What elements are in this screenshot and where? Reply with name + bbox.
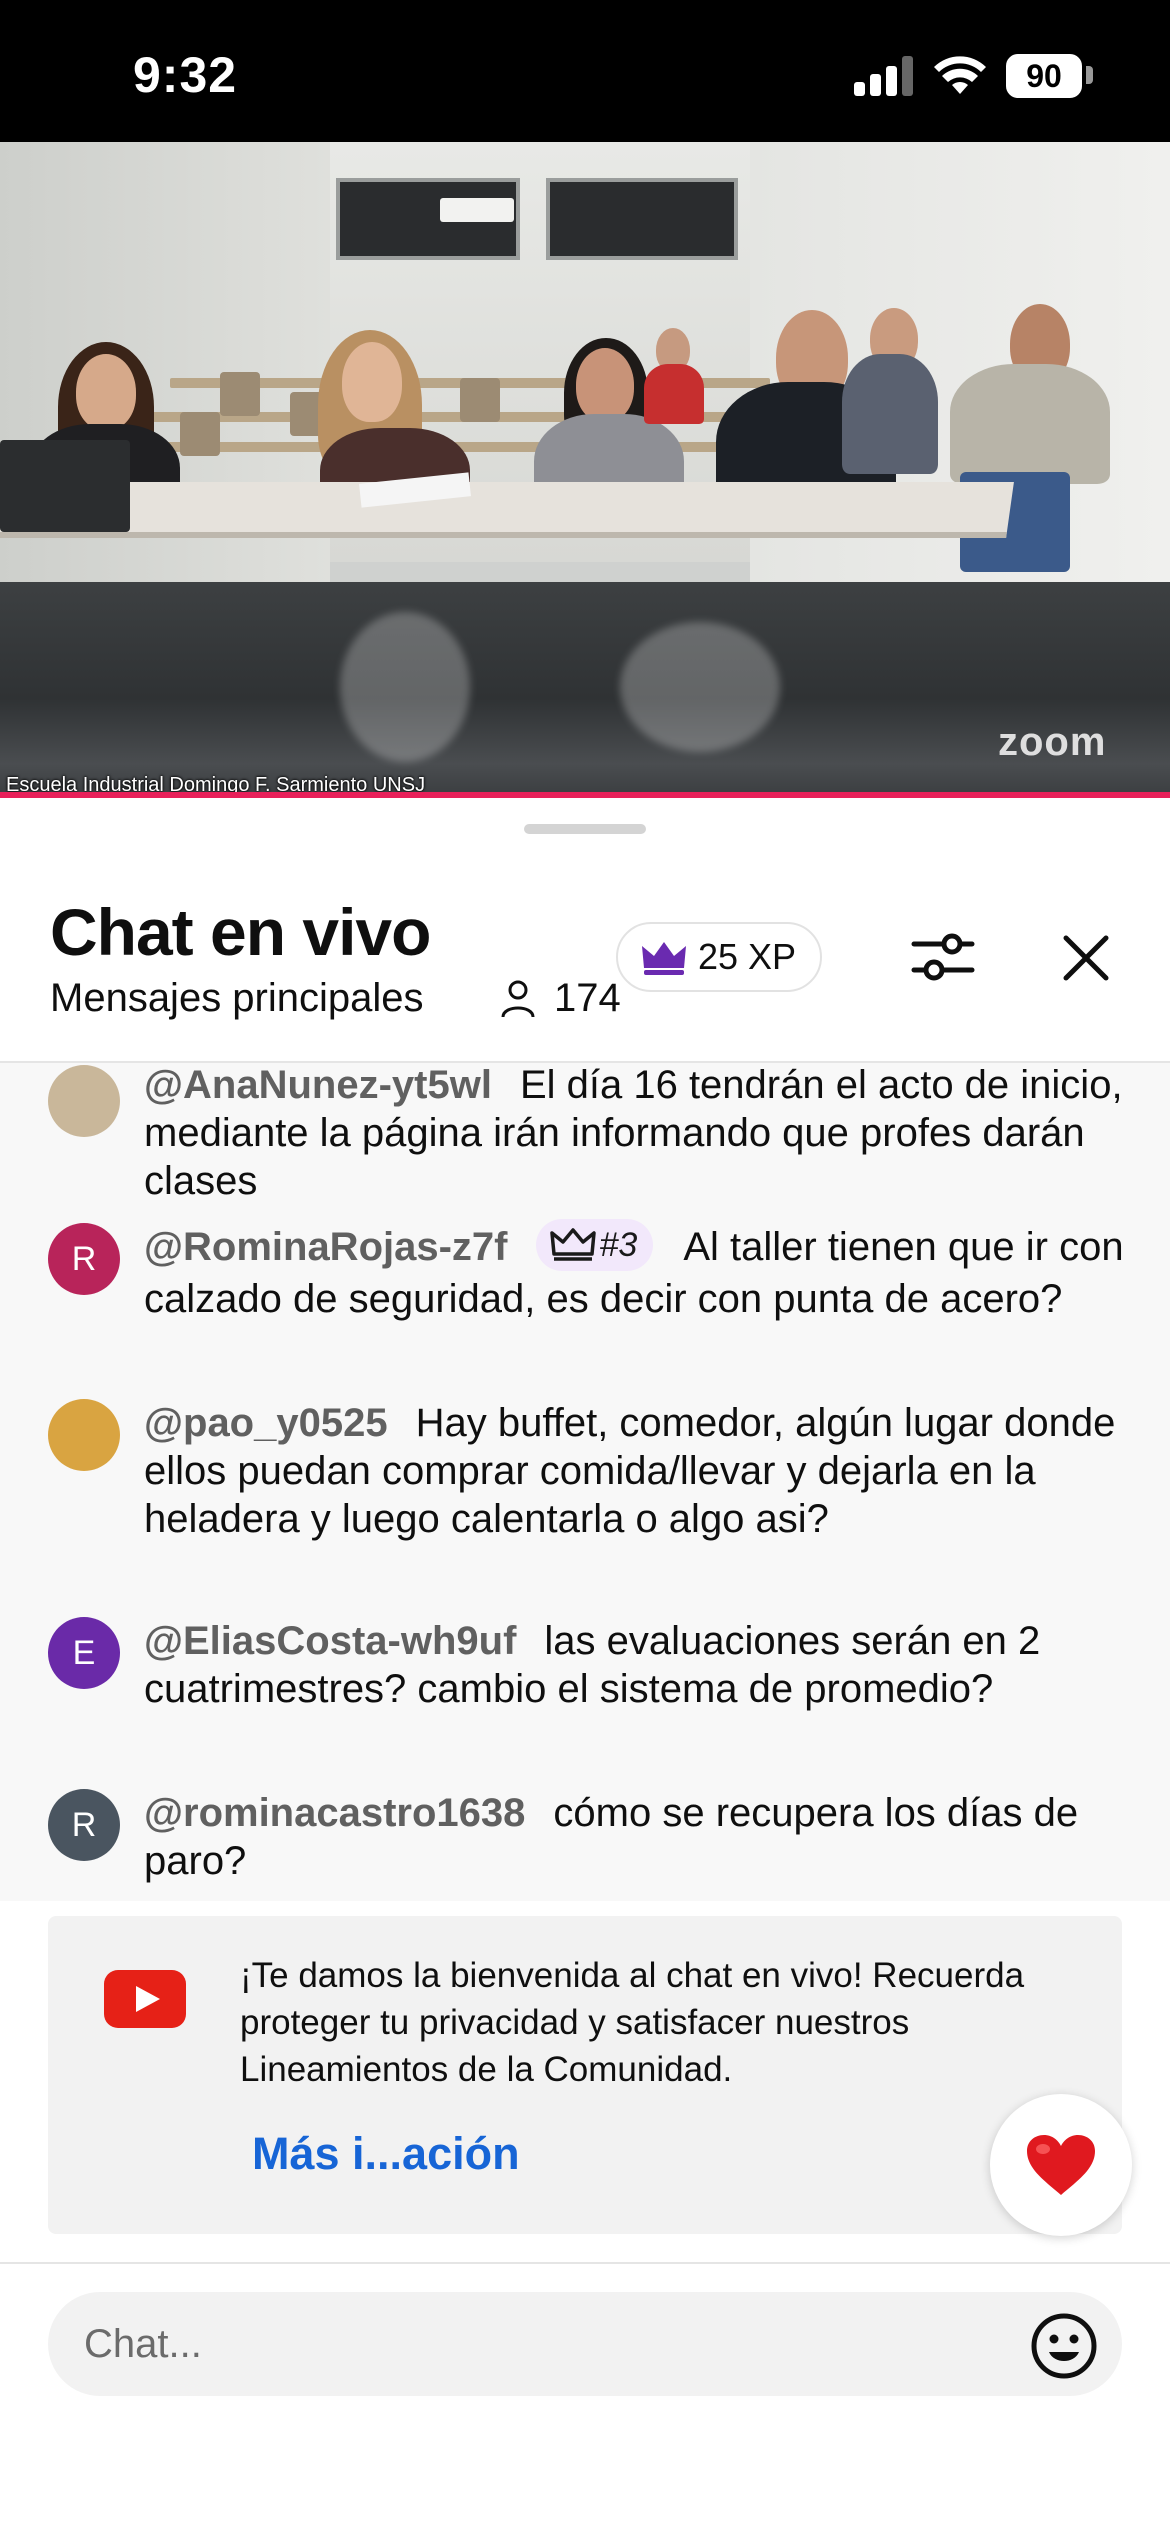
avatar[interactable]: E	[48, 1617, 120, 1689]
chat-title: Chat en vivo	[50, 895, 431, 969]
battery-indicator: 90	[1006, 54, 1082, 98]
laptop	[0, 440, 130, 532]
heart-icon	[1027, 2135, 1095, 2195]
welcome-card: ¡Te damos la bienvenida al chat en vivo!…	[48, 1916, 1122, 2234]
chat-input[interactable]	[48, 2292, 1122, 2396]
more-info-link[interactable]: Más i...ación	[252, 2128, 520, 2180]
wifi-icon	[934, 56, 986, 94]
avatar[interactable]	[48, 1065, 120, 1137]
message-author[interactable]: @AnaNunez-yt5wl	[144, 1063, 492, 1107]
chat-message-body: @RominaRojas-z7f #3 Al taller tienen que i…	[144, 1219, 1134, 1323]
divider	[0, 2262, 1170, 2264]
video-player[interactable]: zoom Escuela Industrial Domingo F. Sarmi…	[0, 142, 1170, 798]
chat-mode-selector[interactable]: Mensajes principales	[50, 976, 424, 1021]
welcome-message: ¡Te damos la bienvenida al chat en vivo!…	[240, 1956, 1025, 2089]
chat-message-body: @EliasCosta-wh9uf las evaluaciones serán …	[144, 1617, 1134, 1713]
zoom-watermark: zoom	[998, 720, 1107, 764]
sheet-grabber[interactable]	[524, 824, 646, 834]
youtube-icon	[104, 1970, 186, 2028]
air-conditioner	[440, 198, 514, 222]
chat-message-list[interactable]: @AnaNunez-yt5wl El día 16 tendrán el acto…	[0, 1063, 1170, 1901]
emoji-icon[interactable]	[1030, 2312, 1098, 2380]
chat-message-body: @pao_y0525 Hay buffet, comedor, algún lug…	[144, 1399, 1134, 1543]
xp-label: 25 XP	[698, 936, 797, 977]
sliders-icon[interactable]	[908, 922, 978, 992]
meeting-table	[0, 482, 1014, 538]
message-author[interactable]: @rominacastro1638	[144, 1791, 525, 1835]
viewer-count-value: 174	[554, 976, 621, 1020]
status-time: 9:32	[133, 47, 238, 103]
avatar[interactable]	[48, 1399, 120, 1471]
live-chat-sheet: Chat en vivo Mensajes principales 174 25…	[0, 798, 1170, 2532]
status-bar: 9:32 90	[0, 0, 1170, 142]
avatar[interactable]: R	[48, 1223, 120, 1295]
badge-rank: #3	[599, 1226, 638, 1265]
classroom-window	[546, 178, 738, 260]
message-author[interactable]: @EliasCosta-wh9uf	[144, 1619, 516, 1663]
member-badge: #3	[535, 1219, 654, 1272]
xp-button[interactable]: 25 XP	[616, 922, 822, 992]
message-author[interactable]: @RominaRojas-z7f	[144, 1225, 508, 1269]
crown-icon	[549, 1228, 596, 1262]
avatar[interactable]: R	[48, 1789, 120, 1861]
close-icon[interactable]	[1056, 928, 1116, 988]
cellular-signal-icon	[854, 56, 914, 96]
crown-icon	[642, 942, 686, 975]
chat-message-body: @rominacastro1638 cómo se recupera los dí…	[144, 1789, 1134, 1885]
chat-message-body: @AnaNunez-yt5wl El día 16 tendrán el acto…	[144, 1063, 1134, 1205]
foreground-table	[0, 582, 1170, 798]
battery-tip	[1086, 66, 1093, 84]
message-author[interactable]: @pao_y0525	[144, 1401, 388, 1445]
viewer-count: 174	[500, 976, 621, 1021]
reaction-button[interactable]	[990, 2094, 1132, 2236]
person-icon	[501, 980, 535, 1017]
